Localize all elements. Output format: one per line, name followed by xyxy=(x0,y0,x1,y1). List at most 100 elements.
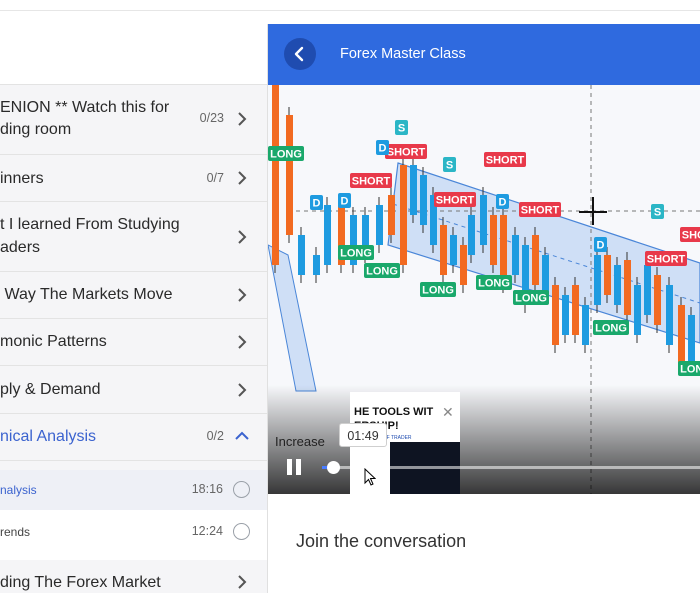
s-badge-label: S xyxy=(654,207,661,219)
pause-icon xyxy=(287,459,292,475)
section-count: 0/23 xyxy=(199,111,224,125)
candle-body xyxy=(594,255,601,305)
completion-checkbox[interactable] xyxy=(233,523,250,540)
pause-icon xyxy=(296,459,301,475)
candle-body xyxy=(324,205,331,265)
section-title: aders xyxy=(0,239,41,256)
overlay-caption: Increase xyxy=(275,434,325,449)
section-title: ENION ** Watch this for xyxy=(0,99,170,116)
candle-body xyxy=(614,265,621,305)
time-tooltip: 01:49 xyxy=(339,423,387,447)
candle-body xyxy=(562,295,569,335)
candle-body xyxy=(490,215,497,265)
controls-shade xyxy=(268,385,700,494)
candlesticks xyxy=(272,85,695,373)
s-badge-label: S xyxy=(446,160,453,172)
chevron-right-icon xyxy=(238,335,247,349)
short-badge-label: SHORT xyxy=(647,254,686,266)
candle-body xyxy=(450,235,457,265)
d-badge-label: D xyxy=(597,240,605,252)
candle-body xyxy=(542,255,549,295)
section-title: inners xyxy=(0,170,44,187)
back-button[interactable] xyxy=(284,38,316,70)
section-1[interactable]: ENION ** Watch this for ding room 0/23 xyxy=(0,85,267,155)
top-strip xyxy=(0,0,700,11)
video-player[interactable]: LONG LONG LONG LONG LONG LONG LONG LONG SHORT SHO… xyxy=(268,85,700,494)
section-3[interactable]: t I learned From Studying aders xyxy=(0,202,267,272)
sidebar-header xyxy=(0,24,267,85)
d-badge-label: D xyxy=(379,143,387,155)
section-count: 0/7 xyxy=(206,171,224,185)
long-badge-label: LONG xyxy=(270,149,302,161)
candle-body xyxy=(400,165,407,265)
completion-checkbox[interactable] xyxy=(233,481,250,498)
candle-body xyxy=(654,275,661,325)
candle-body xyxy=(410,165,417,215)
long-badge-label: LONG xyxy=(366,266,398,278)
section-title: t I learned From Studying xyxy=(0,216,180,233)
short-badge-label: SHORT xyxy=(436,195,475,207)
long-badge-label: LONG xyxy=(422,285,454,297)
candle-body xyxy=(286,115,293,235)
close-icon[interactable]: ✕ xyxy=(442,404,454,421)
short-badge-label: SHORT xyxy=(521,205,560,217)
s-badge-label: S xyxy=(398,123,405,135)
long-badge-label: LONG xyxy=(340,248,372,260)
long-badge-label: LONG xyxy=(595,323,627,335)
candle-body xyxy=(624,260,631,315)
mouse-cursor-icon xyxy=(364,468,376,486)
short-badge-label: SHORT xyxy=(682,230,700,242)
short-badge-label: SHORT xyxy=(486,155,525,167)
long-badge-label: LONG xyxy=(680,364,700,376)
section-5[interactable]: monic Patterns xyxy=(0,319,267,366)
section-title: monic Patterns xyxy=(0,333,107,350)
chevron-right-icon xyxy=(238,575,247,589)
candle-body xyxy=(440,225,447,275)
trading-chart-frame: LONG LONG LONG LONG LONG LONG LONG LONG SHORT SHO… xyxy=(268,85,700,494)
lesson-title: rends xyxy=(0,525,31,539)
ad-headline: HE TOOLS WIT xyxy=(354,406,434,418)
candle-body xyxy=(420,175,427,225)
progress-track[interactable] xyxy=(322,466,700,469)
chevron-right-icon xyxy=(238,112,247,126)
candle-body xyxy=(604,255,611,295)
d-badge-label: D xyxy=(313,198,321,210)
section-8[interactable]: ding The Forex Market xyxy=(0,560,267,593)
lesson-item[interactable]: nalysis 18:16 xyxy=(0,470,267,510)
chevron-right-icon xyxy=(238,230,247,244)
candle-body xyxy=(688,315,695,365)
section-title: nical Analysis xyxy=(0,428,97,445)
pause-button[interactable] xyxy=(287,459,301,475)
short-badge-label: SHORT xyxy=(352,176,391,188)
chevron-left-icon xyxy=(294,46,304,62)
candle-body xyxy=(644,265,651,315)
candle-body xyxy=(313,255,320,275)
section-6[interactable]: ply & Demand xyxy=(0,366,267,414)
section-2[interactable]: inners 0/7 xyxy=(0,155,267,202)
candle-body xyxy=(500,215,507,285)
candle-body xyxy=(388,195,395,235)
conversation-area: Join the conversation xyxy=(268,494,700,593)
candle-body xyxy=(634,285,641,335)
section-7-expanded[interactable]: nical Analysis 0/2 xyxy=(0,414,267,461)
candle-body xyxy=(582,305,589,345)
chevron-right-icon xyxy=(238,383,247,397)
lesson-item[interactable]: rends 12:24 xyxy=(0,510,267,560)
course-header: Forex Master Class xyxy=(268,24,700,85)
candle-body xyxy=(272,85,279,265)
lesson-title: nalysis xyxy=(0,483,37,497)
section-title: ding room xyxy=(0,121,72,138)
short-badge-label: SHORT xyxy=(387,147,426,159)
long-badge-label: LONG xyxy=(478,278,510,290)
conversation-title: Join the conversation xyxy=(296,531,467,551)
candle-body xyxy=(666,285,673,345)
candle-body xyxy=(298,235,305,275)
candle-body xyxy=(376,205,383,245)
candle-body xyxy=(552,285,559,345)
section-title: ply & Demand xyxy=(0,381,101,398)
chevron-right-icon xyxy=(238,171,247,185)
section-count: 0/2 xyxy=(206,429,224,443)
long-badge-label: LONG xyxy=(515,293,547,305)
section-4[interactable]: Way The Markets Move xyxy=(0,272,267,319)
candle-body xyxy=(532,235,539,285)
